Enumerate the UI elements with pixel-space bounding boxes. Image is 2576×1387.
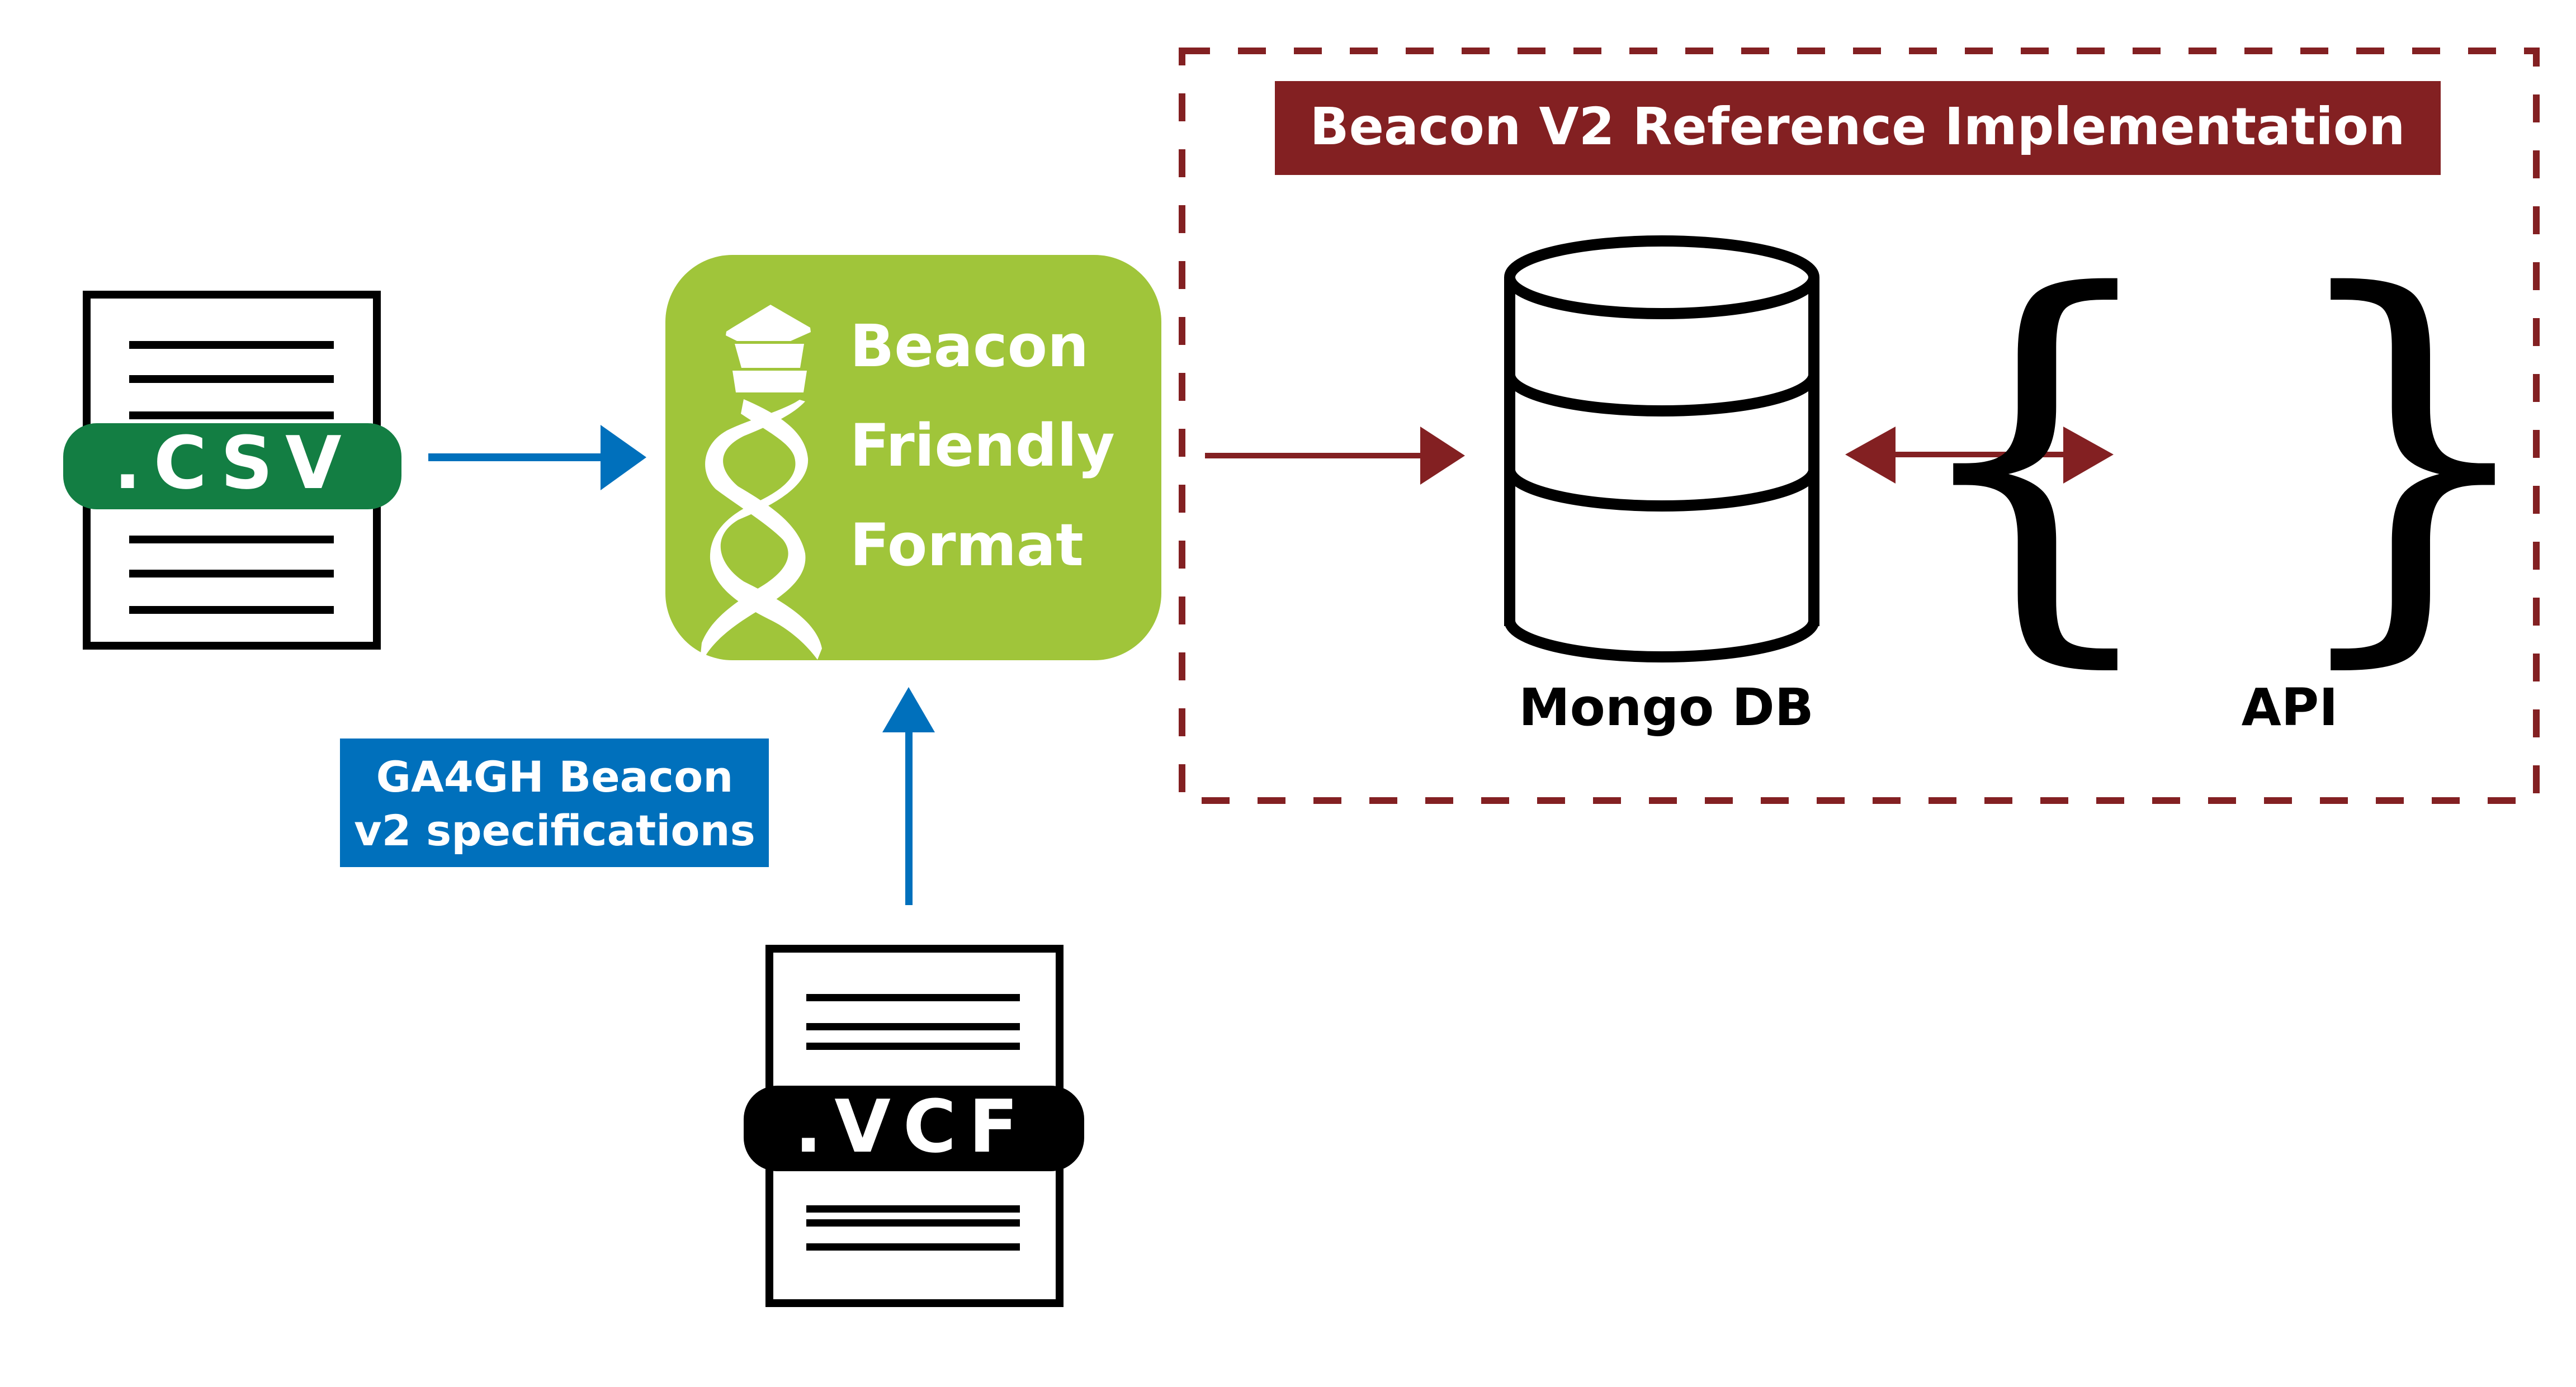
ga4gh-spec-label: GA4GH Beacon v2 specifications [340, 739, 769, 867]
spec-line-1: GA4GH Beacon [376, 752, 734, 802]
svg-text:}: } [2277, 207, 2548, 702]
bff-line-3: Format [850, 511, 1084, 579]
reference-implementation-title: Beacon V2 Reference Implementation [1275, 81, 2441, 175]
arrow-csv-to-bff [428, 425, 646, 490]
bff-line-1: Beacon [850, 312, 1089, 380]
title-text: Beacon V2 Reference Implementation [1310, 97, 2405, 157]
csv-file[interactable]: .CSV [63, 291, 401, 650]
bff-line-2: Friendly [850, 411, 1115, 480]
beacon-friendly-format-box[interactable]: Beacon Friendly Format [665, 255, 1161, 671]
csv-label: .CSV [114, 420, 353, 505]
curly-braces-icon: { } [1900, 207, 2548, 702]
svg-text:{: { [1900, 207, 2171, 702]
api-node[interactable]: { } API [1900, 207, 2548, 737]
arrow-bff-to-mongodb [1205, 427, 1465, 485]
database-icon [1504, 235, 1819, 662]
vcf-file[interactable]: .VCF [744, 945, 1084, 1307]
spec-line-2: v2 specifications [354, 806, 755, 855]
mongodb-label: Mongo DB [1519, 678, 1814, 737]
arrow-vcf-to-bff [882, 687, 935, 905]
api-label: API [2242, 678, 2338, 737]
vcf-label: .VCF [795, 1084, 1031, 1169]
mongodb-node[interactable]: Mongo DB [1504, 235, 1819, 737]
pipeline-diagram: Beacon V2 Reference Implementation .CSV [63, 48, 2548, 1307]
